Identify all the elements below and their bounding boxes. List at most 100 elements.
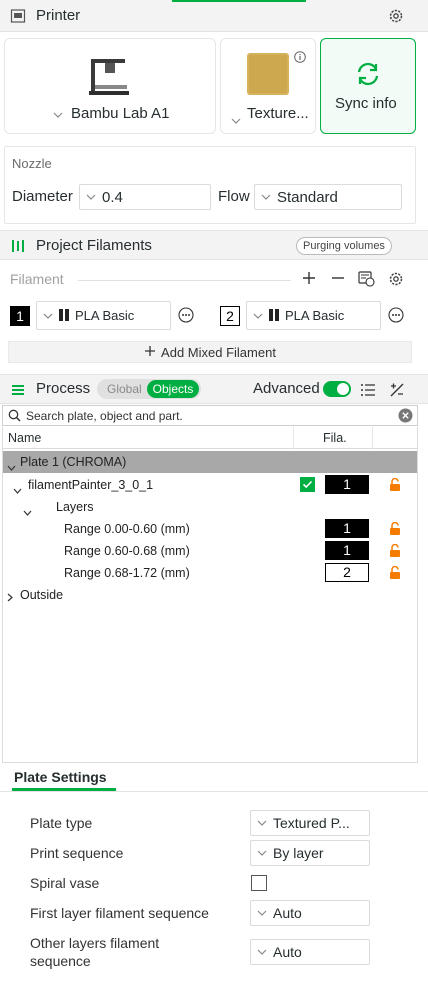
advanced-label: Advanced	[253, 380, 320, 397]
flow-value: Standard	[277, 188, 338, 206]
filament-spool-icon	[10, 238, 26, 257]
first-layer-sequence-select[interactable]: Auto	[250, 900, 370, 926]
lock-open-icon[interactable]	[389, 543, 401, 557]
chevron-down-icon	[253, 313, 263, 319]
chevron-down-icon	[257, 820, 267, 826]
process-title: Process	[36, 380, 91, 397]
nozzle-title: Nozzle	[12, 156, 52, 171]
first-layer-sequence-value: Auto	[273, 905, 302, 921]
sync-icon	[355, 61, 381, 90]
object-checkbox[interactable]	[300, 477, 315, 492]
plate-settings-tab[interactable]: Plate Settings	[14, 769, 107, 785]
filament-index-1: 1	[10, 306, 30, 326]
add-filament-button[interactable]	[302, 271, 316, 288]
plate-row[interactable]: Plate 1 (CHROMA)	[3, 451, 417, 473]
filaments-header: Project Filaments Purging volumes	[0, 230, 428, 260]
plate-card[interactable]: Texture...	[220, 38, 316, 134]
compare-icon[interactable]	[389, 382, 405, 401]
filament-select-2[interactable]: PLA Basic	[246, 301, 381, 330]
column-fila: Fila.	[323, 431, 347, 445]
chevron-down-icon[interactable]	[7, 459, 16, 474]
list-view-icon[interactable]	[360, 382, 376, 401]
global-tab[interactable]: Global	[107, 382, 142, 396]
column-divider	[372, 427, 373, 449]
remove-filament-button[interactable]	[331, 271, 345, 288]
other-layers-sequence-value: Auto	[273, 944, 302, 960]
lock-open-icon[interactable]	[389, 565, 401, 579]
chevron-down-icon[interactable]	[13, 482, 22, 497]
object-row[interactable]: filamentPainter_3_0_1 1	[3, 474, 417, 496]
other-layers-sequence-label-cont: sequence	[30, 953, 91, 969]
chevron-down-icon[interactable]	[23, 504, 32, 519]
range-fila[interactable]: 1	[325, 541, 369, 560]
more-options-icon[interactable]	[388, 307, 404, 326]
range-fila[interactable]: 2	[325, 563, 369, 582]
plate-type-select[interactable]: Textured P...	[250, 810, 370, 836]
filament-select-1[interactable]: PLA Basic	[36, 301, 171, 330]
plate-type-label: Plate type	[30, 815, 93, 831]
object-fila[interactable]: 1	[325, 475, 369, 494]
column-divider	[293, 427, 294, 449]
printer-name: Bambu Lab A1	[71, 105, 170, 122]
layers-row[interactable]: Layers	[3, 496, 417, 518]
info-icon[interactable]	[294, 51, 306, 66]
filament-index-2: 2	[220, 306, 240, 326]
purging-volumes-button[interactable]: Purging volumes	[296, 237, 392, 255]
objects-tab[interactable]: Objects	[147, 380, 199, 398]
printer-image	[87, 53, 131, 100]
sync-info-button[interactable]: Sync info	[320, 38, 416, 134]
printer-icon	[10, 8, 26, 27]
diameter-value: 0.4	[102, 188, 123, 206]
range-label: Range 0.60-0.68 (mm)	[64, 544, 190, 558]
lock-open-icon[interactable]	[389, 521, 401, 535]
filament-brand-icon	[59, 308, 69, 324]
gear-icon[interactable]	[388, 8, 404, 27]
clear-search-icon[interactable]	[398, 408, 413, 426]
more-options-icon[interactable]	[178, 307, 194, 326]
plate-row-label: Plate 1 (CHROMA)	[20, 455, 127, 469]
lock-open-icon[interactable]	[389, 477, 401, 491]
first-layer-sequence-label: First layer filament sequence	[30, 905, 209, 921]
filament-name-1: PLA Basic	[75, 308, 135, 323]
plate-settings-tabbar: Plate Settings	[0, 764, 428, 792]
chevron-down-icon	[231, 112, 241, 127]
active-tab-indicator	[12, 788, 116, 791]
range-row[interactable]: Range 0.68-1.72 (mm) 2	[3, 562, 417, 584]
add-mixed-filament-label: Add Mixed Filament	[161, 344, 276, 360]
other-layers-sequence-label: Other layers filament	[30, 935, 160, 951]
plus-icon	[144, 345, 156, 360]
advanced-switch[interactable]	[323, 381, 351, 397]
printer-header: Printer	[0, 0, 428, 32]
filament-settings-gear-icon[interactable]	[388, 271, 404, 290]
switch-knob	[337, 383, 349, 395]
diameter-select[interactable]: 0.4	[79, 184, 211, 210]
range-fila[interactable]: 1	[325, 519, 369, 538]
chevron-down-icon	[86, 194, 96, 200]
add-mixed-filament-button[interactable]: Add Mixed Filament	[8, 341, 412, 363]
nozzle-panel: Nozzle Diameter 0.4 Flow Standard	[4, 146, 416, 224]
filament-label: Filament	[10, 271, 64, 287]
other-layers-sequence-select[interactable]: Auto	[250, 939, 370, 965]
plate-image	[247, 53, 289, 98]
chevron-down-icon	[261, 194, 271, 200]
filaments-title: Project Filaments	[36, 237, 152, 254]
object-name: filamentPainter_3_0_1	[28, 478, 154, 492]
print-sequence-value: By layer	[273, 845, 324, 861]
search-box[interactable]: Search plate, object and part.	[2, 405, 418, 426]
plate-type-value: Textured P...	[273, 815, 350, 831]
chevron-down-icon	[257, 949, 267, 955]
filament-sync-icon[interactable]	[358, 270, 375, 290]
print-sequence-select[interactable]: By layer	[250, 840, 370, 866]
chevron-down-icon	[257, 850, 267, 856]
flow-select[interactable]: Standard	[254, 184, 402, 210]
range-row[interactable]: Range 0.00-0.60 (mm) 1	[3, 518, 417, 540]
range-row[interactable]: Range 0.60-0.68 (mm) 1	[3, 540, 417, 562]
chevron-right-icon[interactable]	[7, 590, 13, 605]
tree-header: Name Fila.	[3, 427, 417, 449]
range-label: Range 0.00-0.60 (mm)	[64, 522, 190, 536]
printer-card[interactable]: Bambu Lab A1	[4, 38, 216, 134]
spiral-vase-checkbox[interactable]	[251, 875, 267, 891]
outside-row[interactable]: Outside	[3, 584, 417, 606]
filament-brand-icon	[269, 308, 279, 324]
printer-title: Printer	[36, 7, 81, 24]
